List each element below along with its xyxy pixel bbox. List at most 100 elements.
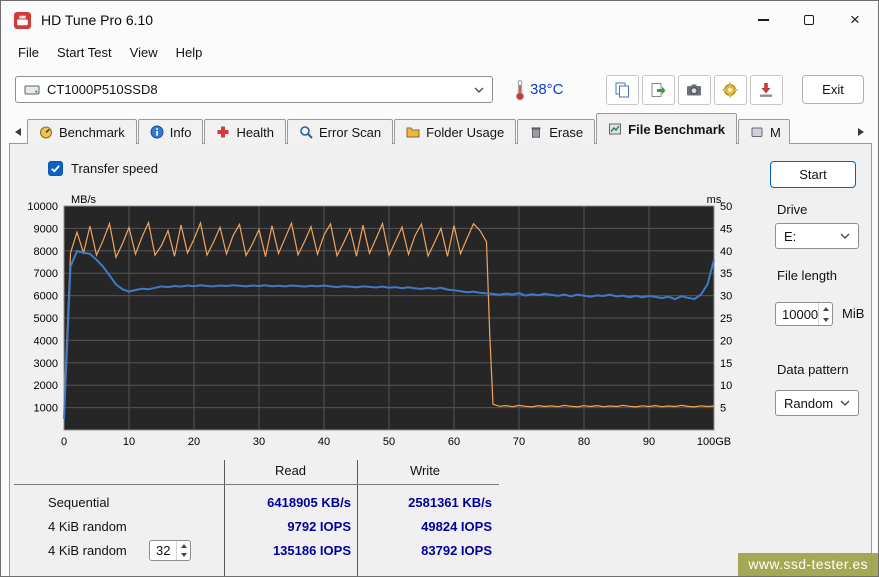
data-pattern-select[interactable]: Random [775,390,859,416]
copy-button[interactable] [606,75,639,105]
temperature-value: 38°C [530,81,564,98]
benchmark-chart: 1000090008000700060005000400030002000100… [20,192,748,448]
read-column-header: Read [224,463,357,478]
tab-error-scan[interactable]: Error Scan [287,119,393,144]
file-length-value: 10000 [776,303,818,325]
random4k-qd-read-value: 135186 IOPS [228,543,351,558]
screenshot-button[interactable] [678,75,711,105]
svg-text:20: 20 [188,436,200,448]
svg-text:5000: 5000 [34,313,58,325]
svg-text:100GB: 100GB [697,436,731,448]
svg-text:ms: ms [707,194,722,206]
svg-text:8000: 8000 [34,246,58,258]
window-title: HD Tune Pro 6.10 [41,12,153,28]
menu-file[interactable]: File [9,41,48,64]
start-button[interactable]: Start [770,161,856,188]
titlebar: HD Tune Pro 6.10 × [1,1,878,39]
camera-icon [685,81,703,99]
file-length-spinner[interactable] [818,303,832,325]
export-icon [649,81,667,99]
copy-icon [613,81,631,99]
minimize-icon [758,19,769,21]
svg-text:5: 5 [720,403,726,415]
download-icon [757,81,775,99]
table-divider [14,484,499,485]
toolbar-buttons [606,75,783,105]
window-controls: × [740,1,878,39]
tab-health[interactable]: Health [204,119,286,144]
folder-icon [406,125,420,139]
menubar: File Start Test View Help [1,39,878,66]
svg-text:MB/s: MB/s [71,194,97,206]
drive-icon [24,84,40,96]
chevron-down-icon [840,400,850,406]
tab-benchmark[interactable]: Benchmark [27,119,137,144]
svg-text:3000: 3000 [34,358,58,370]
spinner-down-icon[interactable] [819,314,832,325]
drive-selector[interactable]: CT1000P510SSD8 [15,76,493,103]
toolbar: CT1000P510SSD8 38°C Ex [1,66,878,113]
random4k-read-value: 9792 IOPS [228,519,351,534]
svg-text:1000: 1000 [34,403,58,415]
svg-text:90: 90 [643,436,655,448]
transfer-speed-label: Transfer speed [71,161,158,176]
svg-text:10: 10 [123,436,135,448]
sequential-write-value: 2581361 KB/s [362,495,492,510]
queue-depth-spinner[interactable] [176,541,190,560]
target-drive-select[interactable]: E: [775,223,859,249]
magnifier-icon [299,125,313,139]
svg-text:45: 45 [720,223,732,235]
spinner-down-icon[interactable] [177,551,190,561]
tab-label: Folder Usage [426,125,504,140]
svg-text:10000: 10000 [27,201,58,213]
options-button[interactable] [714,75,747,105]
close-icon: × [850,10,860,30]
tab-erase[interactable]: Erase [517,119,595,144]
trash-icon [529,125,543,139]
random4k-qd-write-value: 83792 IOPS [362,543,492,558]
checkbox-checked-icon [48,161,63,176]
tab-info[interactable]: Info [138,119,204,144]
target-drive-value: E: [784,229,796,244]
chevron-down-icon [474,87,484,93]
queue-depth-input[interactable]: 32 [149,540,191,561]
health-icon [216,125,230,139]
menu-start-test[interactable]: Start Test [48,41,121,64]
save-results-button[interactable] [750,75,783,105]
data-pattern-label: Data pattern [777,362,849,377]
svg-text:50: 50 [720,201,732,213]
minimize-button[interactable] [740,1,786,39]
tab-partial[interactable]: M [738,119,790,144]
svg-text:25: 25 [720,313,732,325]
svg-text:15: 15 [720,358,732,370]
menu-view[interactable]: View [121,41,167,64]
svg-text:30: 30 [720,291,732,303]
file-benchmark-icon [608,122,622,136]
svg-text:40: 40 [318,436,330,448]
random4k-row-label: 4 KiB random [48,519,127,534]
spinner-up-icon[interactable] [177,541,190,551]
chevron-down-icon [840,233,850,239]
export-button[interactable] [642,75,675,105]
tab-label: Erase [549,125,583,140]
close-button[interactable]: × [832,1,878,39]
maximize-button[interactable] [786,1,832,39]
svg-text:9000: 9000 [34,223,58,235]
tab-label: Info [170,125,192,140]
menu-help[interactable]: Help [167,41,212,64]
app-icon [14,12,31,29]
transfer-speed-checkbox[interactable]: Transfer speed [48,161,158,176]
tab-scroll-left[interactable] [9,120,27,144]
tab-folder-usage[interactable]: Folder Usage [394,119,516,144]
svg-text:7000: 7000 [34,268,58,280]
svg-text:0: 0 [61,436,67,448]
svg-text:35: 35 [720,268,732,280]
spinner-up-icon[interactable] [819,303,832,314]
exit-button[interactable]: Exit [802,75,864,104]
maximize-icon [804,15,814,25]
file-length-label: File length [777,268,837,283]
tab-file-benchmark[interactable]: File Benchmark [596,113,737,144]
tab-scroll-right[interactable] [852,120,870,144]
file-length-input[interactable]: 10000 [775,302,833,326]
info-icon [150,125,164,139]
